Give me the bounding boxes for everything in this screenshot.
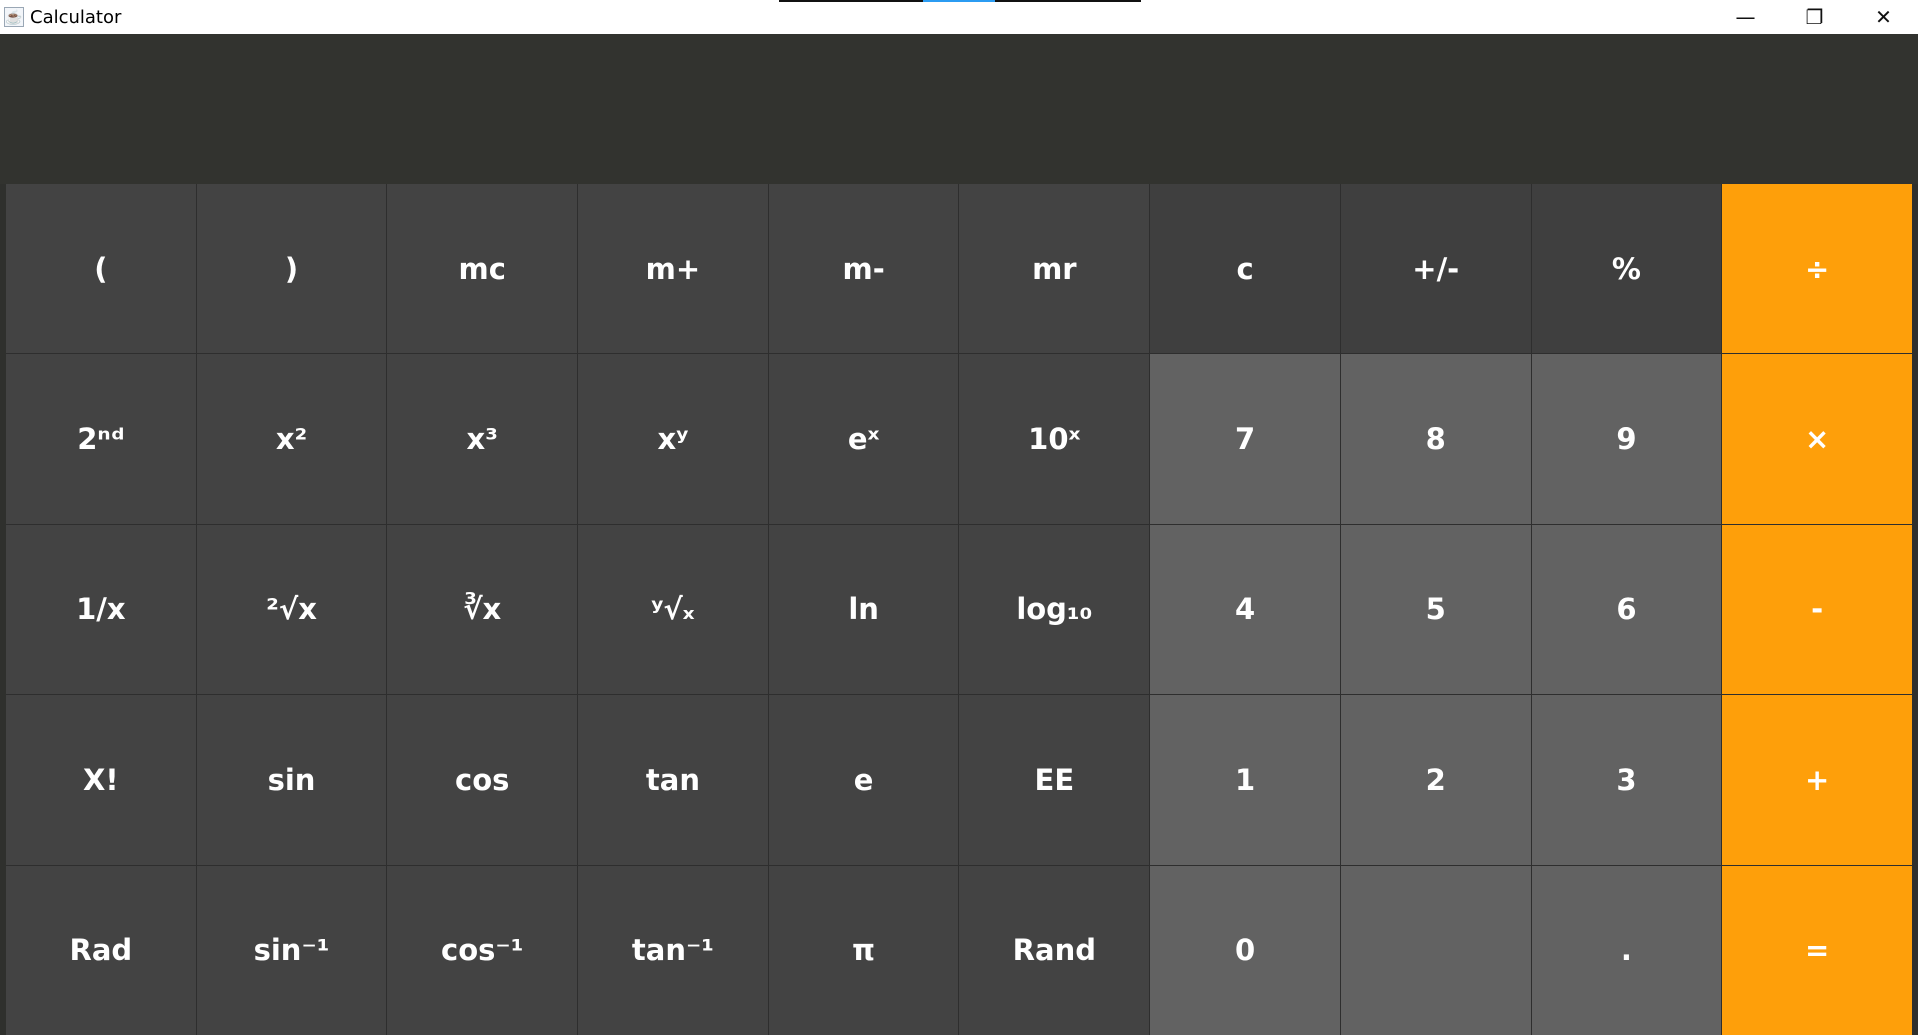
digit-9-key[interactable]: 9: [1531, 354, 1722, 524]
tan-key[interactable]: tan: [578, 695, 768, 865]
memory-subtract-key[interactable]: m-: [768, 184, 959, 354]
natural-log-key[interactable]: ln: [768, 524, 959, 695]
scientific-notation-key[interactable]: EE: [959, 695, 1150, 865]
digit-0-key[interactable]: 0: [1150, 865, 1340, 1035]
keypad: ( ) mc m+ m- mr c +/- % ÷ 2ⁿᵈ x² x³ xʸ e…: [6, 184, 1912, 1035]
blank-key[interactable]: [1340, 865, 1531, 1035]
digit-1-key[interactable]: 1: [1150, 695, 1340, 865]
percent-key[interactable]: %: [1531, 184, 1722, 354]
ten-power-key[interactable]: 10ˣ: [959, 354, 1150, 524]
sin-key[interactable]: sin: [196, 695, 387, 865]
digit-7-key[interactable]: 7: [1150, 354, 1340, 524]
add-key[interactable]: +: [1722, 695, 1912, 865]
reciprocal-key[interactable]: 1/x: [6, 524, 196, 695]
decimal-point-key[interactable]: .: [1531, 865, 1722, 1035]
digit-3-key[interactable]: 3: [1531, 695, 1722, 865]
clear-key[interactable]: c: [1150, 184, 1340, 354]
digit-2-key[interactable]: 2: [1340, 695, 1531, 865]
restore-button[interactable]: ❐: [1780, 0, 1849, 34]
exp-key[interactable]: eˣ: [768, 354, 959, 524]
pi-key[interactable]: π: [768, 865, 959, 1035]
multiply-key[interactable]: ×: [1722, 354, 1912, 524]
subtract-key[interactable]: -: [1722, 524, 1912, 695]
power-key[interactable]: xʸ: [578, 354, 768, 524]
digit-4-key[interactable]: 4: [1150, 524, 1340, 695]
title-drag-indicator: [779, 0, 1141, 2]
euler-key[interactable]: e: [768, 695, 959, 865]
arctan-key[interactable]: tan⁻¹: [578, 865, 768, 1035]
equals-key[interactable]: =: [1722, 865, 1912, 1035]
radians-key[interactable]: Rad: [6, 865, 196, 1035]
java-cup-icon: ☕: [4, 7, 24, 27]
close-paren-key[interactable]: ): [196, 184, 387, 354]
memory-add-key[interactable]: m+: [578, 184, 768, 354]
cos-key[interactable]: cos: [387, 695, 578, 865]
cube-root-key[interactable]: ∛x: [387, 524, 578, 695]
square-root-key[interactable]: ²√x: [196, 524, 387, 695]
random-key[interactable]: Rand: [959, 865, 1150, 1035]
cube-key[interactable]: x³: [387, 354, 578, 524]
arcsin-key[interactable]: sin⁻¹: [196, 865, 387, 1035]
window-title: Calculator: [30, 6, 122, 28]
title-bar: ☕ Calculator — ❐ ✕: [0, 0, 1918, 34]
digit-6-key[interactable]: 6: [1531, 524, 1722, 695]
close-button[interactable]: ✕: [1849, 0, 1918, 34]
memory-clear-key[interactable]: mc: [387, 184, 578, 354]
divide-key[interactable]: ÷: [1722, 184, 1912, 354]
open-paren-key[interactable]: (: [6, 184, 196, 354]
digit-5-key[interactable]: 5: [1340, 524, 1531, 695]
calculator-display: [0, 34, 1918, 184]
digit-8-key[interactable]: 8: [1340, 354, 1531, 524]
square-key[interactable]: x²: [196, 354, 387, 524]
second-function-key[interactable]: 2ⁿᵈ: [6, 354, 196, 524]
memory-recall-key[interactable]: mr: [959, 184, 1150, 354]
title-drag-indicator-highlight: [923, 0, 995, 2]
log10-key[interactable]: log₁₀: [959, 524, 1150, 695]
calculator-window: ☕ Calculator — ❐ ✕ ( ) mc m+ m- mr c +/-…: [0, 0, 1918, 1035]
minimize-button[interactable]: —: [1711, 0, 1780, 34]
nth-root-key[interactable]: ʸ√ₓ: [578, 524, 768, 695]
window-controls: — ❐ ✕: [1711, 0, 1918, 34]
negate-key[interactable]: +/-: [1340, 184, 1531, 354]
factorial-key[interactable]: X!: [6, 695, 196, 865]
arccos-key[interactable]: cos⁻¹: [387, 865, 578, 1035]
